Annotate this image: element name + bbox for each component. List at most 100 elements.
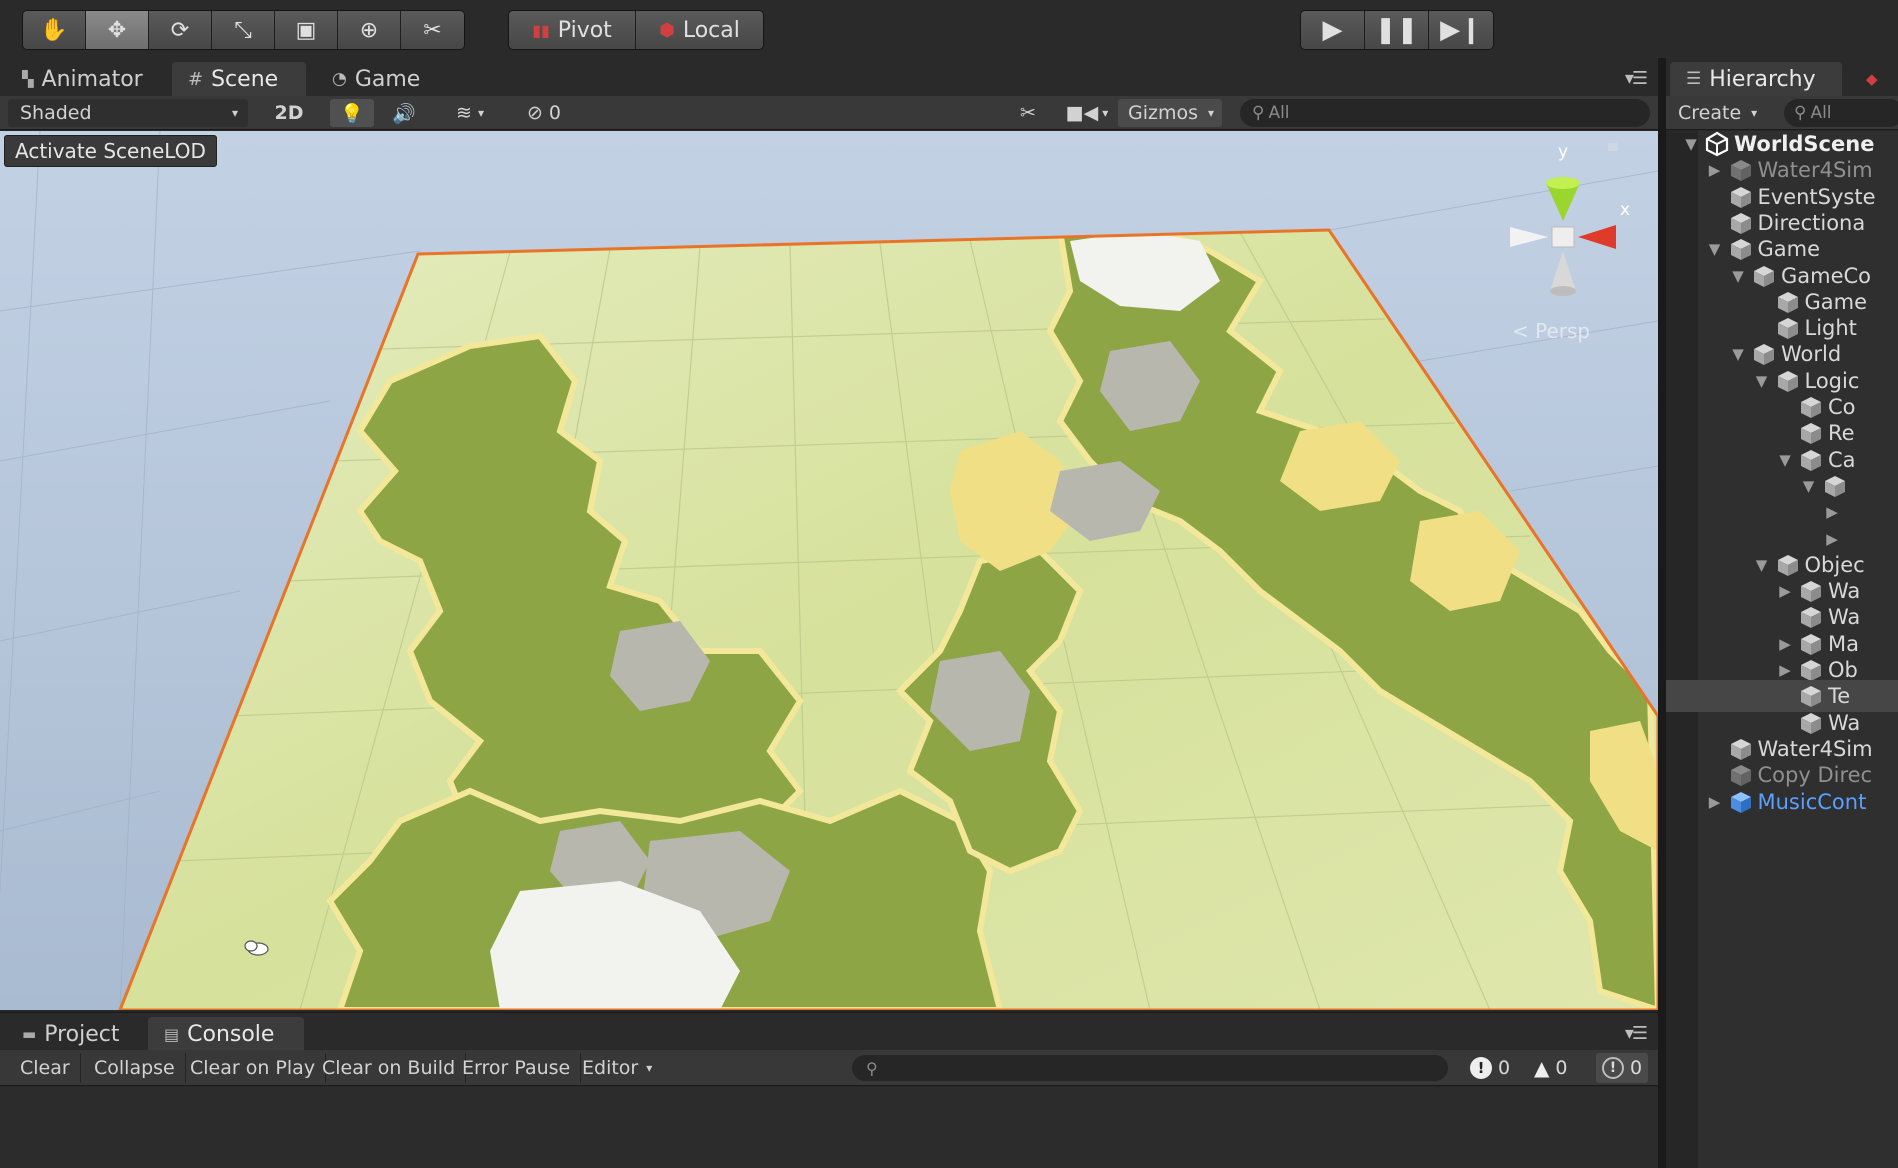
hand-tool-button[interactable]: ✋ <box>23 11 86 49</box>
hierarchy-item[interactable]: ▶ MusicCont <box>1666 786 1898 818</box>
gizmo-y-cone-base <box>1546 177 1580 189</box>
chevron-down-icon: ▾ <box>1207 106 1214 120</box>
rotate-tool-button[interactable]: ⟳ <box>149 11 212 49</box>
gameobject-cube-icon <box>1801 607 1821 629</box>
search-icon: ⚲ <box>1794 103 1807 123</box>
expand-arrow-closed-icon[interactable]: ▶ <box>1823 503 1841 521</box>
rect-tool-button[interactable]: ▣ <box>275 11 338 49</box>
tab-scene[interactable]: # Scene <box>172 62 306 96</box>
hidden-objects-toggle[interactable]: ⊘ 0 <box>514 99 574 127</box>
console-search-input[interactable]: ⚲ <box>852 1055 1448 1081</box>
activate-scenelod-button[interactable]: Activate SceneLOD <box>4 135 217 167</box>
local-toggle-button[interactable]: ⬢ Local <box>636 11 763 49</box>
expand-arrow-open-icon[interactable]: ▼ <box>1729 345 1747 363</box>
expand-arrow-open-icon[interactable]: ▼ <box>1682 135 1700 153</box>
warning-count-toggle[interactable]: ▲ 0 <box>1534 1053 1567 1083</box>
move-tool-button[interactable]: ✥ <box>86 11 149 49</box>
projection-label[interactable]: < Persp <box>1512 319 1590 343</box>
pause-button[interactable]: ❚❚ <box>1365 11 1429 49</box>
gameobject-cube-icon <box>1754 344 1774 366</box>
clear-button[interactable]: Clear <box>10 1053 81 1083</box>
expand-arrow-open-icon[interactable]: ▼ <box>1753 372 1771 390</box>
expand-arrow-closed-icon[interactable]: ▶ <box>1823 530 1841 548</box>
tab-project[interactable]: ▬ Project <box>6 1017 135 1051</box>
transform-tool-button[interactable]: ⊕ <box>338 11 401 49</box>
gameobject-cube-icon <box>1801 423 1821 445</box>
gameobject-cube-icon <box>1754 265 1774 287</box>
scene-tools-button[interactable]: ✂ <box>1008 99 1048 127</box>
tab-inspector-partial[interactable]: ◆ <box>1850 62 1894 96</box>
pause-icon: ❚❚ <box>1374 15 1419 45</box>
expand-arrow-open-icon[interactable]: ▼ <box>1753 556 1771 574</box>
clear-on-build-button[interactable]: Clear on Build <box>312 1053 467 1083</box>
custom-tool-button[interactable]: ✂ <box>401 11 464 49</box>
hierarchy-item-label: Te <box>1828 684 1851 709</box>
error-count: 0 <box>1630 1057 1643 1079</box>
expand-arrow-closed-icon[interactable]: ▶ <box>1706 161 1724 179</box>
scale-tool-icon: ⤡ <box>234 17 252 43</box>
tab-console[interactable]: ▤ Console <box>148 1017 304 1051</box>
audio-toggle[interactable]: 🔊 <box>386 99 422 127</box>
gameobject-cube-icon <box>1730 212 1751 234</box>
expand-arrow-closed-icon[interactable]: ▶ <box>1776 635 1794 653</box>
transform-tool-icon: ⊕ <box>359 17 379 43</box>
scene-search-input[interactable]: ⚲ All <box>1240 99 1650 127</box>
hierarchy-item-label: Directiona <box>1757 210 1866 235</box>
chevron-down-icon: ▾ <box>1751 106 1758 120</box>
error-pause-button[interactable]: Error Pause <box>452 1053 582 1083</box>
expand-arrow-closed-icon[interactable]: ▶ <box>1776 582 1794 600</box>
move-tool-icon: ✥ <box>107 17 127 43</box>
info-count-toggle[interactable]: ! 0 <box>1470 1053 1510 1083</box>
gizmos-label: Gizmos <box>1128 102 1199 124</box>
gizmo-y-label: y <box>1558 142 1568 162</box>
gameobject-cube-icon <box>1801 660 1821 681</box>
pivot-toggle-button[interactable]: ▮▮ Pivot <box>509 11 636 49</box>
console-log-area[interactable] <box>0 1087 1658 1168</box>
shading-mode-dropdown[interactable]: Shaded ▾ <box>8 99 248 127</box>
tab-game[interactable]: ◔ Game <box>316 62 436 96</box>
hierarchy-search-input[interactable]: ⚲ All <box>1784 99 1898 127</box>
scale-tool-button[interactable]: ⤡ <box>212 11 275 49</box>
chevron-down-icon: ▾ <box>231 106 238 120</box>
gizmos-dropdown[interactable]: Gizmos ▾ <box>1118 99 1222 127</box>
expand-arrow-open-icon[interactable]: ▼ <box>1706 240 1724 258</box>
gameobject-cube-icon <box>1777 318 1798 340</box>
hierarchy-item-label: Logic <box>1804 368 1860 393</box>
tab-animator[interactable]: ▚ Animator <box>6 62 159 96</box>
list-icon: ☰ <box>1686 69 1702 89</box>
editor-dropdown[interactable]: Editor ▾ <box>572 1053 662 1083</box>
expand-arrow-open-icon[interactable]: ▼ <box>1776 451 1794 469</box>
gameobject-cube-icon <box>1801 581 1821 603</box>
search-icon: ⚲ <box>866 1058 878 1078</box>
lighting-toggle[interactable]: 💡 <box>330 99 374 127</box>
warning-count: 0 <box>1555 1057 1568 1079</box>
tab-hierarchy[interactable]: ☰ Hierarchy <box>1670 62 1842 96</box>
effects-dropdown[interactable]: ≋ ▾ <box>440 99 500 127</box>
step-button[interactable]: ▶❙ <box>1429 11 1493 49</box>
panel-divider[interactable] <box>1658 58 1666 1168</box>
clear-on-play-button[interactable]: Clear on Play <box>180 1053 327 1083</box>
collapse-button[interactable]: Collapse <box>84 1053 186 1083</box>
mode-2d-toggle[interactable]: 2D <box>264 99 314 127</box>
hierarchy-item-label: Water4Sim <box>1757 736 1873 761</box>
expand-arrow-open-icon[interactable]: ▼ <box>1729 267 1747 285</box>
camera-settings-dropdown[interactable]: ■◀ ▾ <box>1060 99 1114 127</box>
scene-viewport[interactable]: Activate SceneLOD y x < Persp <box>0 131 1658 1010</box>
hierarchy-item-label: Ca <box>1828 447 1856 472</box>
camera-icon: ■◀ <box>1065 102 1099 124</box>
hierarchy-tree: ▼ WorldScene ▶ Water4Sim EventSyste Direction… <box>1666 131 1898 1168</box>
hierarchy-item-label: World <box>1781 342 1842 367</box>
tab-game-label: Game <box>354 66 421 92</box>
hierarchy-item-label: GameCo <box>1781 263 1872 288</box>
create-dropdown[interactable]: Create ▾ <box>1678 99 1757 127</box>
panel-menu-icon[interactable]: ▾☰ <box>1625 68 1648 89</box>
expand-arrow-closed-icon[interactable]: ▶ <box>1776 661 1794 679</box>
expand-arrow-open-icon[interactable]: ▼ <box>1800 477 1818 495</box>
hierarchy-item-label: Re <box>1828 421 1855 446</box>
error-count-toggle[interactable]: ! 0 <box>1596 1053 1649 1083</box>
console-panel-menu-icon[interactable]: ▾☰ <box>1625 1023 1648 1044</box>
tab-scene-label: Scene <box>211 66 279 92</box>
gameobject-cube-icon <box>1801 712 1821 734</box>
play-button[interactable]: ▶ <box>1301 11 1365 49</box>
expand-arrow-closed-icon[interactable]: ▶ <box>1706 793 1724 811</box>
